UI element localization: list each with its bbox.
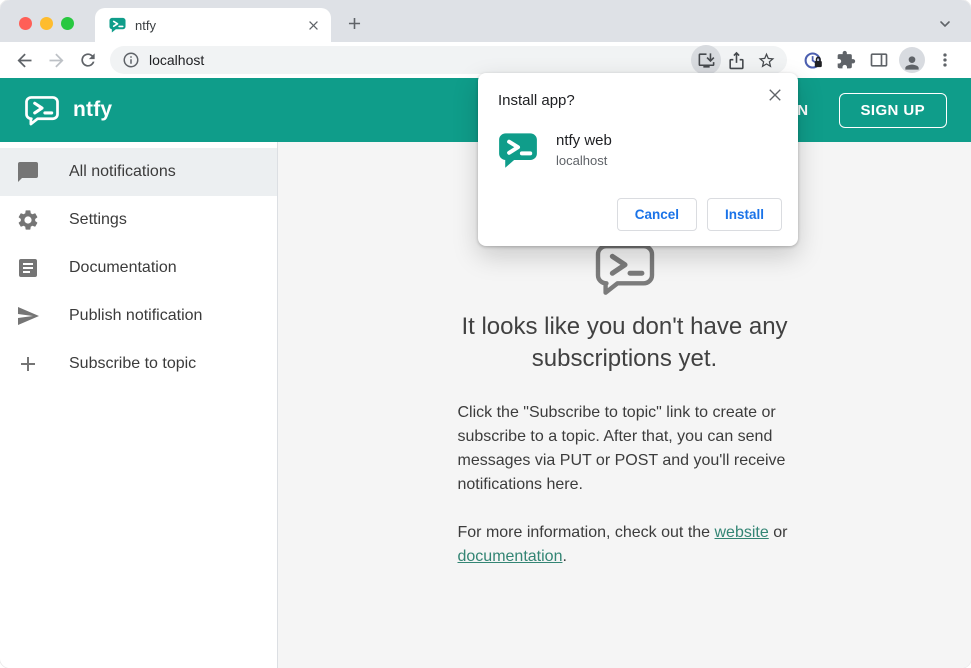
minimize-window-button[interactable] xyxy=(40,17,53,30)
dialog-close-icon[interactable] xyxy=(765,85,785,105)
plus-icon xyxy=(16,352,40,376)
install-dialog-app-row: ntfy web localhost xyxy=(498,130,612,170)
sidebar-item-label: Settings xyxy=(69,211,127,228)
more-info-prefix: For more information, check out the xyxy=(457,523,715,541)
tab-search-chevron-icon[interactable] xyxy=(937,16,953,30)
tab-close-icon[interactable] xyxy=(305,17,321,33)
browser-tab-ntfy[interactable]: ntfy xyxy=(95,8,331,42)
side-panel-icon[interactable] xyxy=(863,44,895,76)
article-icon xyxy=(16,256,40,280)
documentation-link[interactable]: documentation xyxy=(458,548,563,565)
avatar-person-icon xyxy=(899,47,925,73)
more-info-suffix: . xyxy=(562,547,567,565)
privacy-extension-icon[interactable] xyxy=(797,44,829,76)
reload-button[interactable] xyxy=(72,44,104,76)
install-button[interactable]: Install xyxy=(706,198,782,231)
more-info-paragraph: For more information, check out the webs… xyxy=(458,521,792,569)
extensions-puzzle-icon[interactable] xyxy=(830,44,862,76)
toolbar-right-icons xyxy=(797,44,961,76)
gear-icon xyxy=(16,208,40,232)
ntfy-empty-state-logo-icon xyxy=(594,242,656,296)
website-link[interactable]: website xyxy=(715,524,769,541)
sidebar-item-documentation[interactable]: Documentation xyxy=(0,244,277,292)
share-icon[interactable] xyxy=(721,45,751,75)
forward-button[interactable] xyxy=(40,44,72,76)
sign-up-button[interactable]: SIGN UP xyxy=(838,92,947,128)
sidebar-item-publish-notification[interactable]: Publish notification xyxy=(0,292,277,340)
back-button[interactable] xyxy=(8,44,40,76)
close-window-button[interactable] xyxy=(19,17,32,30)
install-app-dialog: Install app? ntfy web localhost Cancel I… xyxy=(478,73,798,246)
zoom-window-button[interactable] xyxy=(61,17,74,30)
address-bar[interactable]: localhost xyxy=(110,45,787,75)
sidebar-item-settings[interactable]: Settings xyxy=(0,196,277,244)
site-info-icon[interactable] xyxy=(122,51,140,69)
browser-window: ntfy localhost ntfy IN SIGN UP All notif… xyxy=(0,0,971,668)
sidebar-item-all-notifications[interactable]: All notifications xyxy=(0,148,277,196)
install-app-origin: localhost xyxy=(556,153,608,168)
bookmark-star-icon[interactable] xyxy=(751,45,781,75)
profile-avatar[interactable] xyxy=(896,44,928,76)
sidebar-item-subscribe-to-topic[interactable]: Subscribe to topic xyxy=(0,340,277,388)
app-brand-title: ntfy xyxy=(73,98,113,121)
sidebar-item-label: Subscribe to topic xyxy=(69,355,197,372)
url-text[interactable]: localhost xyxy=(149,52,691,68)
ntfy-logo-icon xyxy=(24,95,60,126)
sidebar-item-label: All notifications xyxy=(69,163,176,180)
install-app-name: ntfy web xyxy=(556,132,612,149)
sidebar-item-label: Documentation xyxy=(69,259,177,276)
empty-state-paragraph: Click the "Subscribe to topic" link to c… xyxy=(457,403,786,493)
sidebar: All notifications Settings Documentation… xyxy=(0,142,278,668)
new-tab-button[interactable] xyxy=(344,13,364,33)
tab-title: ntfy xyxy=(135,17,156,33)
more-info-middle: or xyxy=(768,523,788,541)
chat-bubble-icon xyxy=(16,160,40,184)
empty-state-text: Click the "Subscribe to topic" link to c… xyxy=(458,385,792,569)
install-dialog-app-text: ntfy web localhost xyxy=(556,130,612,170)
empty-state-title: It looks like you don't have any subscri… xyxy=(461,312,788,372)
install-dialog-title: Install app? xyxy=(498,92,575,109)
ntfy-app-icon xyxy=(498,130,538,170)
browser-menu-icon[interactable] xyxy=(929,44,961,76)
install-app-icon[interactable] xyxy=(691,45,721,75)
ntfy-favicon-icon xyxy=(109,17,126,33)
window-controls xyxy=(19,17,74,30)
tab-strip: ntfy xyxy=(0,0,971,42)
install-dialog-actions: Cancel Install xyxy=(616,198,782,231)
send-icon xyxy=(16,304,40,328)
cancel-button[interactable]: Cancel xyxy=(616,198,697,231)
sidebar-item-label: Publish notification xyxy=(69,307,203,324)
